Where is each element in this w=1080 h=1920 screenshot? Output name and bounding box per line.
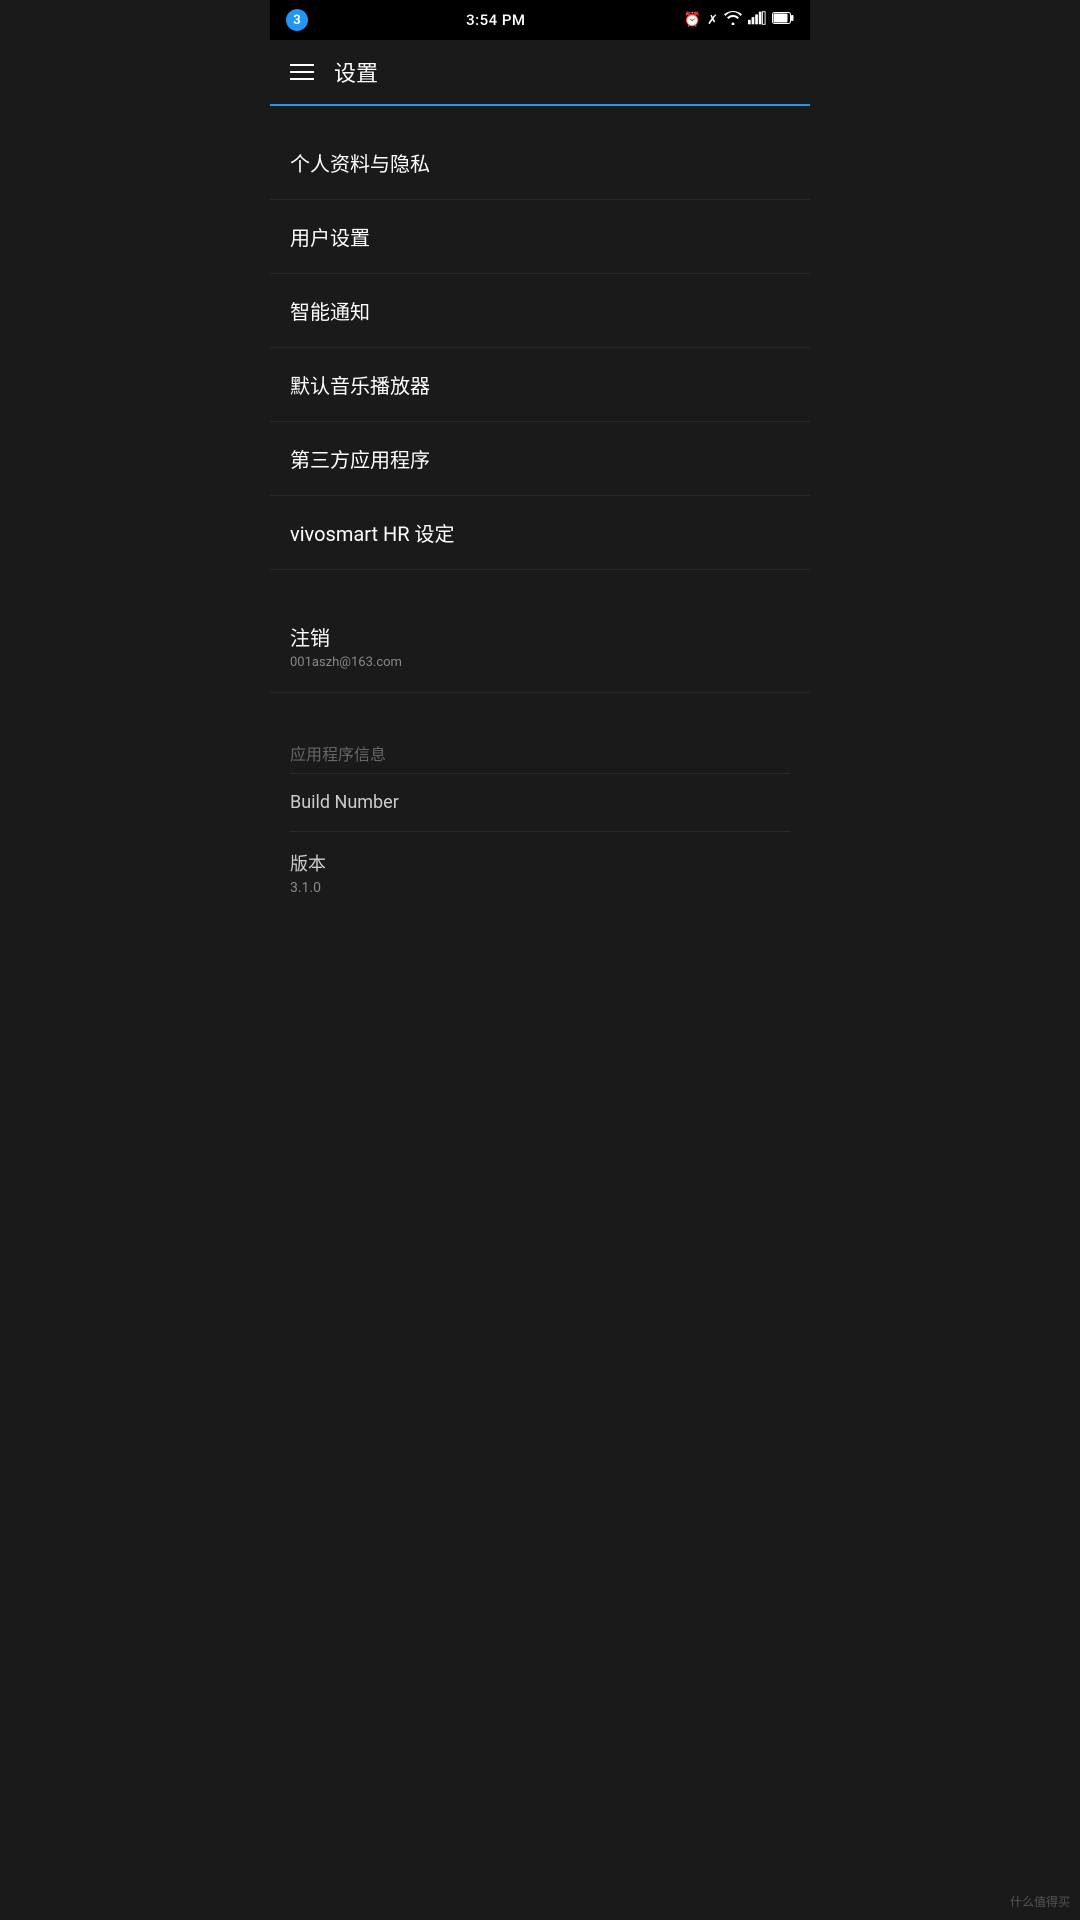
signout-item[interactable]: 注销 001aszh@163.com — [270, 600, 810, 693]
status-time: 3:54 PM — [466, 11, 525, 29]
battery-icon — [772, 12, 794, 28]
menu-item-title: 默认音乐播放器 — [290, 370, 790, 399]
section-spacer-2 — [270, 693, 810, 723]
menu-item-title: 智能通知 — [290, 296, 790, 325]
alarm-icon: ⏰ — [684, 12, 701, 28]
app-info-label: 应用程序信息 — [290, 723, 790, 773]
watermark: 什么值得买 — [1010, 1893, 1070, 1910]
page-title: 设置 — [334, 56, 378, 88]
menu-section: 个人资料与隐私 用户设置 智能通知 默认音乐播放器 第三方应用程序 vivosm… — [270, 126, 810, 570]
top-bar: 设置 — [270, 40, 810, 106]
menu-hamburger-icon[interactable] — [290, 64, 314, 80]
bluetooth-icon: ✗ — [707, 13, 718, 28]
menu-item-default-music-player[interactable]: 默认音乐播放器 — [270, 348, 810, 422]
status-bar: 3 3:54 PM ⏰ ✗ — [270, 0, 810, 40]
menu-item-title: 用户设置 — [290, 222, 790, 251]
menu-item-title: 个人资料与隐私 — [290, 148, 790, 177]
notification-badge: 3 — [286, 9, 308, 31]
top-spacer — [270, 106, 810, 126]
build-number-item: Build Number — [290, 773, 790, 831]
wifi-icon — [724, 11, 742, 29]
account-section: 注销 001aszh@163.com — [270, 600, 810, 693]
menu-item-smart-notification[interactable]: 智能通知 — [270, 274, 810, 348]
signout-title: 注销 — [290, 622, 790, 651]
status-bar-right: ⏰ ✗ — [684, 11, 794, 29]
status-bar-left: 3 — [286, 9, 308, 31]
version-item: 版本 3.1.0 — [290, 831, 790, 914]
app-info-section: 应用程序信息 Build Number 版本 3.1.0 — [270, 723, 810, 914]
menu-item-title: 第三方应用程序 — [290, 444, 790, 473]
build-number-title: Build Number — [290, 792, 790, 813]
menu-item-user-settings[interactable]: 用户设置 — [270, 200, 810, 274]
menu-item-title: vivosmart HR 设定 — [290, 518, 790, 547]
menu-item-profile-privacy[interactable]: 个人资料与隐私 — [270, 126, 810, 200]
menu-item-third-party-apps[interactable]: 第三方应用程序 — [270, 422, 810, 496]
version-title: 版本 — [290, 850, 790, 876]
signout-email: 001aszh@163.com — [290, 655, 790, 670]
version-value: 3.1.0 — [290, 880, 790, 896]
signal-icon — [748, 11, 766, 29]
section-spacer — [270, 570, 810, 600]
menu-item-vivosmart-settings[interactable]: vivosmart HR 设定 — [270, 496, 810, 570]
